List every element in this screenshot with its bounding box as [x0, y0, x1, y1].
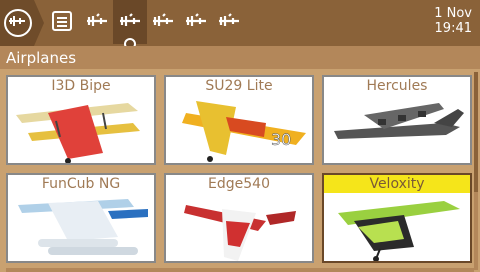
next-row-peek	[6, 268, 474, 272]
model-mixes-icon[interactable]	[152, 12, 174, 30]
hamburger-menu-icon[interactable]	[52, 11, 72, 31]
scrollbar-thumb[interactable]	[474, 72, 478, 192]
model-image	[338, 201, 460, 261]
model-image	[16, 103, 140, 163]
time-text: 19:41	[434, 21, 472, 36]
model-card-veloxity[interactable]: Veloxity	[322, 173, 472, 263]
model-outputs-icon[interactable]	[185, 12, 207, 30]
model-select-icon[interactable]	[119, 12, 141, 30]
scrollbar[interactable]	[474, 72, 478, 270]
category-header: Airplanes	[0, 46, 480, 69]
model-curves-icon[interactable]	[218, 12, 240, 30]
model-card-hercules[interactable]: Hercules	[322, 75, 472, 165]
category-title: Airplanes	[6, 49, 77, 67]
model-image: 30	[182, 101, 306, 162]
date-text: 1 Nov	[434, 6, 472, 21]
model-image	[184, 205, 296, 261]
date-time: 1 Nov 19:41	[434, 6, 472, 36]
home-button[interactable]	[0, 0, 44, 46]
top-bar: 1 Nov 19:41	[0, 0, 480, 50]
model-image	[334, 103, 464, 139]
model-card-i3d-bipe[interactable]: I3D Bipe	[6, 75, 156, 165]
model-card-edge540[interactable]: Edge540	[164, 173, 314, 263]
model-card-funcub-ng[interactable]: FunCub NG	[6, 173, 156, 263]
model-card-su29-lite[interactable]: SU29 Lite 30	[164, 75, 314, 165]
svg-text:30: 30	[271, 130, 291, 149]
model-setup-icon[interactable]	[86, 12, 108, 30]
model-image	[18, 199, 148, 255]
